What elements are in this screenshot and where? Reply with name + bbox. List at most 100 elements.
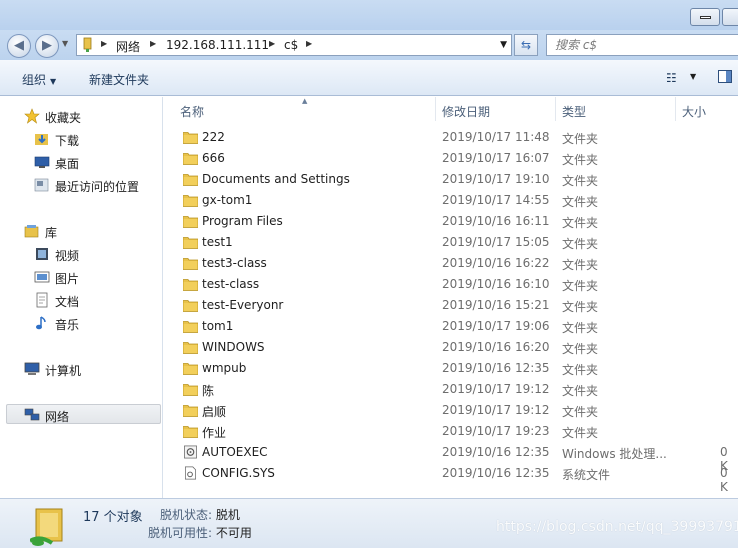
column-name[interactable]: 名称 — [180, 103, 204, 120]
file-row[interactable]: tom1 2019/10/17 19:06 文件夹 — [164, 316, 738, 337]
file-row[interactable]: test1 2019/10/17 15:05 文件夹 — [164, 232, 738, 253]
file-row[interactable]: 作业 2019/10/17 19:23 文件夹 — [164, 421, 738, 442]
folder-icon — [182, 256, 199, 270]
breadcrumb-host[interactable]: 192.168.111.111 — [166, 38, 269, 52]
file-row[interactable]: 启顺 2019/10/17 19:12 文件夹 — [164, 400, 738, 421]
file-row[interactable]: Documents and Settings 2019/10/17 19:10 文件… — [164, 169, 738, 190]
file-row[interactable]: AUTOEXEC 2019/10/16 12:35 Windows 批处理... 0 … — [164, 442, 738, 473]
file-type: 文件夹 — [562, 426, 599, 440]
breadcrumb-share[interactable]: c$ — [284, 38, 298, 52]
nav-item-label: 文档 — [55, 295, 80, 309]
view-dropdown-icon[interactable]: ▼ — [690, 72, 696, 81]
file-row[interactable]: 陈 2019/10/17 19:12 文件夹 — [164, 379, 738, 400]
back-button[interactable]: ◀ — [7, 34, 31, 58]
file-date: 2019/10/17 19:12 — [442, 382, 550, 396]
view-options-icon[interactable]: ☷ — [666, 71, 677, 85]
column-type[interactable]: 类型 — [562, 103, 586, 120]
computer-icon — [24, 362, 40, 375]
address-row: ◀ ▶ ▼ ▶ 网络 ▶ 192.168.111.111 ▶ c$ ▶ ▼ ⇆ — [0, 30, 738, 60]
address-dropdown-icon[interactable]: ▼ — [500, 40, 507, 50]
sort-ascending-icon: ▲ — [302, 97, 308, 105]
column-size[interactable]: 大小 — [682, 103, 706, 120]
nav-item-pictures[interactable]: 图片 — [0, 267, 163, 287]
file-type: 文件夹 — [562, 405, 599, 419]
nav-computer-label: 计算机 — [45, 364, 82, 378]
folder-icon — [182, 193, 199, 207]
file-row[interactable]: test3-class 2019/10/16 16:22 文件夹 — [164, 253, 738, 274]
nav-libraries-label: 库 — [45, 226, 58, 240]
file-name: 作业 — [202, 426, 227, 440]
file-row[interactable]: WINDOWS 2019/10/16 16:20 文件夹 — [164, 337, 738, 358]
folder-icon — [182, 151, 199, 165]
nav-network[interactable]: 网络 — [6, 404, 161, 424]
file-name: 陈 — [202, 384, 215, 398]
forward-button[interactable]: ▶ — [35, 34, 59, 58]
pictures-icon — [34, 271, 50, 283]
file-name: 222 — [202, 130, 225, 144]
column-divider[interactable] — [555, 97, 556, 121]
refresh-button[interactable]: ⇆ — [514, 34, 538, 56]
file-row[interactable]: 222 2019/10/17 11:48 文件夹 — [164, 127, 738, 148]
folder-icon — [182, 319, 199, 333]
nav-item-downloads[interactable]: 下载 — [0, 129, 163, 149]
nav-libraries[interactable]: 库 — [0, 221, 163, 241]
breadcrumb-network[interactable]: 网络 — [116, 38, 140, 55]
folder-icon — [182, 382, 199, 396]
file-name: 666 — [202, 151, 225, 165]
network-drive-icon — [83, 37, 92, 52]
folder-icon — [182, 235, 199, 249]
file-row[interactable]: gx-tom1 2019/10/17 14:55 文件夹 — [164, 190, 738, 211]
file-name: test1 — [202, 235, 233, 249]
nav-network-label: 网络 — [45, 410, 70, 424]
chevron-right-icon: ▶ — [101, 39, 108, 48]
search-input[interactable] — [555, 36, 735, 54]
watermark: https://blog.csdn.net/qq_39993791 — [496, 519, 738, 535]
chevron-right-icon: ▶ — [150, 39, 157, 48]
file-name: test-Everyonr — [202, 298, 284, 312]
recent-pages-dropdown[interactable]: ▼ — [62, 39, 68, 48]
folder-icon — [182, 361, 199, 375]
nav-item-recent[interactable]: 最近访问的位置 — [0, 175, 163, 195]
file-row[interactable]: test-Everyonr 2019/10/16 15:21 文件夹 — [164, 295, 738, 316]
organize-button[interactable]: 组织 ▼ — [22, 71, 56, 88]
address-bar[interactable]: ▶ 网络 ▶ 192.168.111.111 ▶ c$ ▶ ▼ — [76, 34, 512, 56]
offline-status-value: 脱机 — [215, 508, 240, 522]
nav-computer[interactable]: 计算机 — [0, 359, 163, 379]
file-row[interactable]: CONFIG.SYS 2019/10/16 12:35 系统文件 0 K — [164, 463, 738, 494]
file-size: 0 K — [720, 466, 728, 494]
file-date: 2019/10/16 16:22 — [442, 256, 550, 270]
title-bar — [0, 0, 738, 30]
new-folder-label: 新建文件夹 — [89, 73, 150, 87]
file-type: 文件夹 — [562, 300, 599, 314]
chevron-right-icon: ▶ — [269, 39, 276, 48]
file-row[interactable]: Program Files 2019/10/16 16:11 文件夹 — [164, 211, 738, 232]
nav-item-documents[interactable]: 文档 — [0, 290, 163, 310]
file-date: 2019/10/17 15:05 — [442, 235, 550, 249]
minimize-button[interactable] — [690, 8, 720, 26]
column-divider[interactable] — [675, 97, 676, 121]
nav-item-desktop[interactable]: 桌面 — [0, 152, 163, 172]
column-date[interactable]: 修改日期 — [442, 103, 490, 120]
file-date: 2019/10/17 19:10 — [442, 172, 550, 186]
nav-favorites-label: 收藏夹 — [45, 111, 82, 125]
new-folder-button[interactable]: 新建文件夹 — [89, 71, 149, 88]
maximize-button[interactable] — [722, 8, 738, 26]
column-header: ▲ 名称 修改日期 类型 大小 — [164, 97, 738, 121]
nav-item-label: 桌面 — [55, 157, 80, 171]
chevron-right-icon: ▶ — [306, 39, 313, 48]
folder-icon — [182, 340, 199, 354]
nav-item-music[interactable]: 音乐 — [0, 313, 163, 333]
nav-favorites[interactable]: 收藏夹 — [0, 106, 163, 126]
organize-label: 组织 — [22, 73, 47, 87]
nav-item-videos[interactable]: 视频 — [0, 244, 163, 264]
column-divider[interactable] — [435, 97, 436, 121]
file-type: 文件夹 — [562, 195, 599, 209]
file-row[interactable]: 666 2019/10/17 16:07 文件夹 — [164, 148, 738, 169]
offline-availability: 脱机可用性: 不可用 — [148, 524, 252, 541]
preview-pane-button[interactable] — [718, 70, 732, 83]
file-name: AUTOEXEC — [202, 445, 268, 459]
file-row[interactable]: wmpub 2019/10/16 12:35 文件夹 — [164, 358, 738, 379]
file-row[interactable]: test-class 2019/10/16 16:10 文件夹 — [164, 274, 738, 295]
video-icon — [36, 248, 48, 260]
search-box[interactable] — [546, 34, 738, 56]
